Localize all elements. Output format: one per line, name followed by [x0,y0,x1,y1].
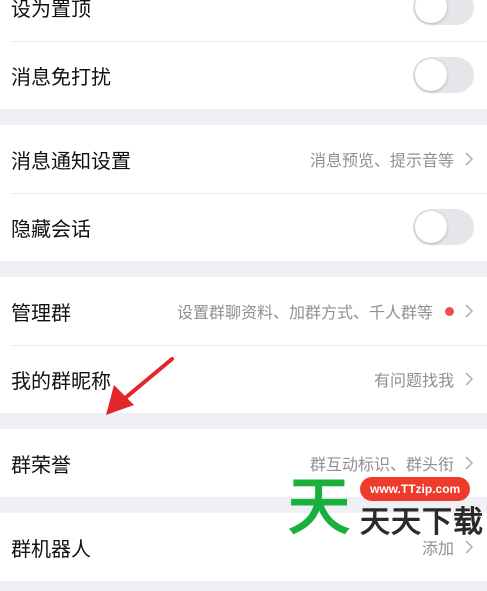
notify-settings-hint: 消息预览、提示音等 [309,151,454,170]
chevron-right-icon [465,152,474,166]
notify-settings-label: 消息通知设置 [11,148,131,173]
group-chat-options: 设为置顶 消息免打扰 [0,0,487,109]
toggle-knob [415,211,447,243]
toggle-knob [415,0,447,23]
pin-top-right [413,0,474,25]
chevron-right-icon [465,304,474,318]
hide-chat-label: 隐藏会话 [11,216,91,241]
pin-top-label: 设为置顶 [11,0,91,21]
my-nickname-row[interactable]: 我的群昵称 有问题找我 [0,345,487,413]
mute-label: 消息免打扰 [11,64,111,89]
manage-group-right: 设置群聊资料、加群方式、千人群等 [177,299,474,323]
mute-row[interactable]: 消息免打扰 [0,41,487,109]
watermark-logo: 天 www.TTzip.com 天天下载 [288,467,483,547]
manage-group-label: 管理群 [11,300,71,325]
my-nickname-hint: 有问题找我 [373,371,454,390]
group-honor-label: 群荣誉 [11,452,71,477]
manage-group-hint: 设置群聊资料、加群方式、千人群等 [176,303,433,322]
mute-toggle[interactable] [413,57,474,93]
group-notification: 消息通知设置 消息预览、提示音等 隐藏会话 [0,125,487,261]
my-nickname-right: 有问题找我 [374,367,474,391]
red-arrow-annotation-icon [106,357,174,415]
red-dot-badge [445,306,454,316]
manage-group-row[interactable]: 管理群 设置群聊资料、加群方式、千人群等 [0,277,487,345]
chevron-right-icon [465,372,474,386]
group-robot-label: 群机器人 [11,536,91,561]
toggle-knob [415,59,447,91]
hide-chat-right [413,209,474,245]
hide-chat-row[interactable]: 隐藏会话 [0,193,487,261]
group-manage: 管理群 设置群聊资料、加群方式、千人群等 我的群昵称 有问题找我 [0,277,487,413]
mute-right [413,57,474,93]
notify-settings-right: 消息预览、提示音等 [310,147,474,171]
notify-settings-row[interactable]: 消息通知设置 消息预览、提示音等 [0,125,487,193]
watermark-big-char: 天 [288,470,351,543]
watermark-brand-text: 天天下载 [360,505,484,540]
my-nickname-label: 我的群昵称 [11,368,111,393]
pin-top-toggle[interactable] [413,0,474,25]
pin-top-row[interactable]: 设为置顶 [0,0,487,41]
watermark-url-pill: www.TTzip.com [360,477,471,501]
hide-chat-toggle[interactable] [413,209,474,245]
